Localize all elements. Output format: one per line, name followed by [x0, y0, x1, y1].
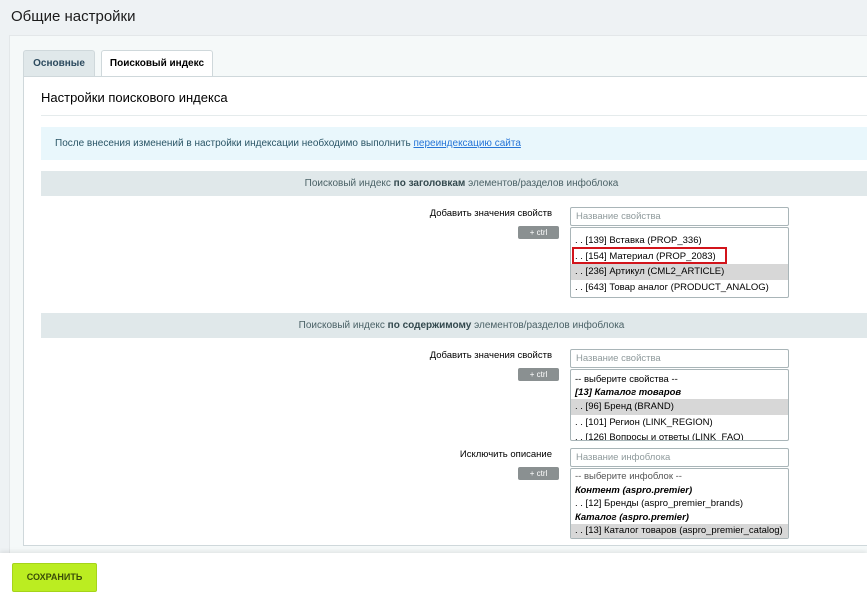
list-option[interactable]: -- выберите инфоблок -- — [571, 470, 788, 484]
iblock-listbox[interactable]: -- выберите инфоблок -- Контент (aspro.p… — [570, 468, 789, 539]
list-option[interactable]: . . [236] Артикул (CML2_ARTICLE) — [571, 264, 788, 280]
headers-prop-search-input[interactable] — [570, 207, 789, 226]
ctrl-hint-button[interactable]: + ctrl — [518, 226, 559, 239]
highlight-annotation — [572, 247, 727, 264]
list-option[interactable]: . . [643] Товар аналог (PRODUCT_ANALOG) — [571, 280, 788, 296]
footer-bar: СОХРАНИТЬ — [0, 553, 867, 598]
band-text-post: элементов/разделов инфоблока — [465, 178, 619, 189]
list-option[interactable]: . . [13] Каталог товаров (aspro_premier_… — [571, 524, 788, 538]
list-option[interactable]: . . [126] Вопросы и ответы (LINK_FAQ) — [571, 430, 788, 440]
tab-basic[interactable]: Основные — [23, 50, 95, 76]
exclude-description-label: Исключить описание — [459, 449, 552, 460]
list-option[interactable]: -- выберите свойства -- — [571, 374, 788, 387]
ctrl-hint-button[interactable]: + ctrl — [518, 467, 559, 480]
content-prop-search-input[interactable] — [570, 349, 789, 368]
list-option-group: Контент (aspro.premier) — [575, 484, 693, 496]
content-index-band: Поисковый индекс по содержимому элементо… — [41, 313, 867, 338]
list-option[interactable]: . . [101] Регион (LINK_REGION) — [571, 415, 788, 431]
notice-text: После внесения изменений в настройки инд… — [55, 138, 414, 149]
band-text-pre: Поисковый индекс — [304, 178, 394, 189]
reindex-link[interactable]: переиндексацию сайта — [413, 138, 520, 149]
reindex-notice: После внесения изменений в настройки инд… — [41, 127, 867, 160]
iblock-search-input[interactable] — [570, 448, 789, 467]
band-text-pre: Поисковый индекс — [298, 320, 388, 331]
section-divider — [41, 115, 867, 116]
band-text-post: элементов/разделов инфоблока — [471, 320, 625, 331]
list-option-group: Каталог (aspro.premier) — [575, 511, 689, 523]
list-option[interactable]: . . [12] Бренды (aspro_premier_brands) — [571, 497, 788, 511]
content-props-listbox[interactable]: -- выберите свойства -- [13] Каталог тов… — [570, 369, 789, 441]
list-option[interactable]: . . [96] Бренд (BRAND) — [571, 399, 788, 415]
ctrl-hint-button[interactable]: + ctrl — [518, 368, 559, 381]
tab-search-index[interactable]: Поисковый индекс — [101, 50, 213, 77]
list-option-group: [13] Каталог товаров — [575, 386, 682, 398]
save-button[interactable]: СОХРАНИТЬ — [12, 563, 97, 592]
headers-index-band: Поисковый индекс по заголовкам элементов… — [41, 171, 867, 196]
section-title: Настройки поискового индекса — [41, 90, 228, 105]
add-props-label: Добавить значения свойств — [429, 208, 552, 219]
tab-content: Настройки поискового индекса После внесе… — [23, 76, 867, 546]
add-props-label: Добавить значения свойств — [429, 350, 552, 361]
band-text-bold: по заголовкам — [393, 178, 466, 189]
page-title: Общие настройки — [11, 8, 136, 25]
band-text-bold: по содержимому — [387, 320, 472, 331]
